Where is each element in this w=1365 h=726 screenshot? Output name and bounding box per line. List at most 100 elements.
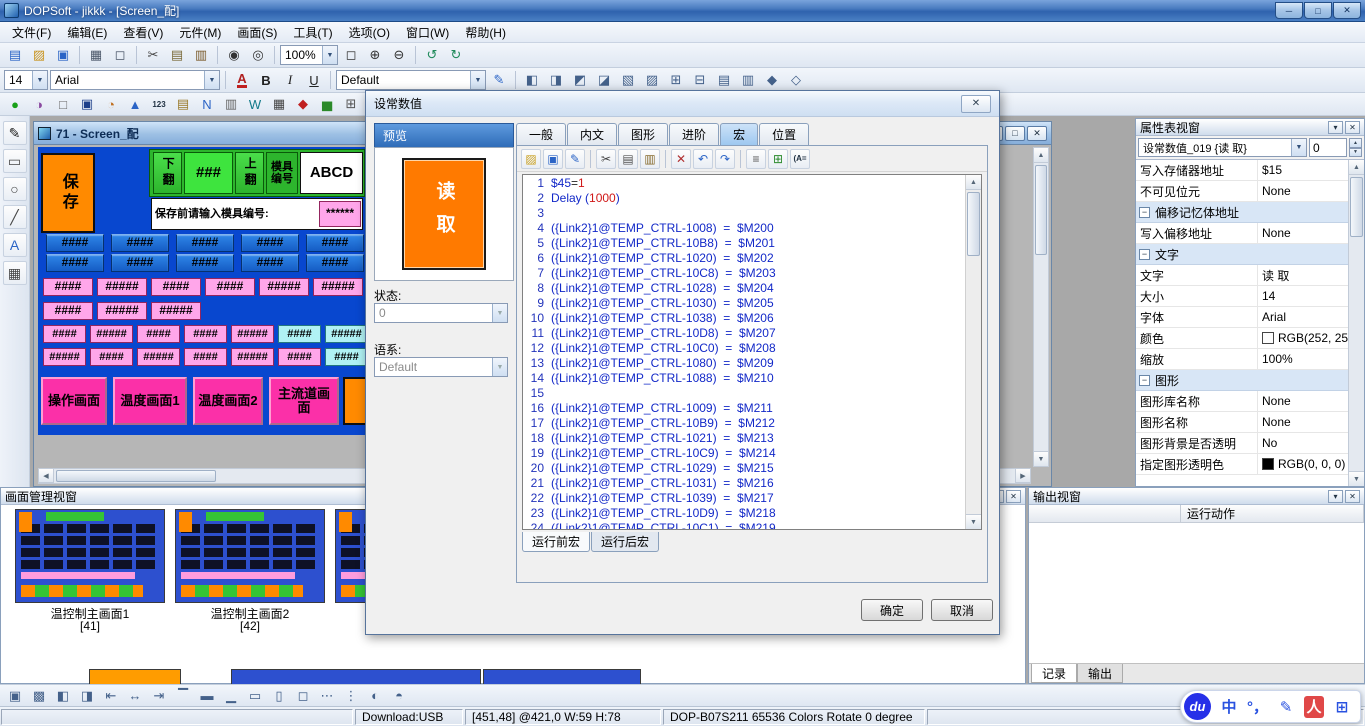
- collapse-icon[interactable]: −: [1139, 249, 1150, 260]
- background-icon[interactable]: ◇: [785, 70, 807, 90]
- numeric-display[interactable]: ####: [46, 234, 104, 252]
- bargraph-icon[interactable]: ▅: [316, 94, 338, 114]
- page-up-button[interactable]: 上翻: [235, 152, 264, 194]
- zoom-in-icon[interactable]: ⊕: [364, 45, 386, 65]
- font-family-select[interactable]: Arial ▼: [50, 70, 220, 90]
- ime-grid-icon[interactable]: ⊞: [1333, 696, 1351, 718]
- column-run-action[interactable]: 运行动作: [1181, 505, 1364, 522]
- guides-icon[interactable]: ▥: [737, 70, 759, 90]
- scrollbar-thumb[interactable]: [1035, 165, 1047, 255]
- output-body[interactable]: [1029, 523, 1364, 663]
- screen-button-runner[interactable]: 主流道画面: [269, 377, 339, 425]
- same-height-icon[interactable]: ▯: [268, 686, 290, 706]
- slider-icon[interactable]: ▲: [124, 94, 146, 114]
- collapse-icon[interactable]: −: [1139, 375, 1150, 386]
- numeric-display[interactable]: ####: [111, 254, 169, 272]
- numeric-display[interactable]: ####: [278, 325, 321, 343]
- property-row[interactable]: 不可见位元None: [1136, 181, 1348, 202]
- group-icon[interactable]: ▣: [4, 686, 26, 706]
- numeric-display[interactable]: ####: [46, 254, 104, 272]
- child-close-button[interactable]: ✕: [1027, 126, 1047, 141]
- text-icon[interactable]: N: [196, 94, 218, 114]
- numeric-entry-icon[interactable]: 123: [148, 94, 170, 114]
- menu-options[interactable]: 选项(O): [341, 22, 398, 43]
- macro-redo-icon[interactable]: ↷: [715, 149, 735, 169]
- scrollbar-thumb[interactable]: [1350, 177, 1363, 237]
- tab-position[interactable]: 位置: [759, 123, 809, 145]
- mold-page-display[interactable]: ###: [184, 152, 233, 194]
- ime-punct-icon[interactable]: °，: [1247, 696, 1268, 718]
- numeric-display[interactable]: ####: [43, 325, 86, 343]
- property-row[interactable]: 写入存储器地址$15: [1136, 160, 1348, 181]
- numeric-display[interactable]: ####: [151, 278, 201, 296]
- property-row[interactable]: 写入偏移地址None: [1136, 223, 1348, 244]
- ellipse-tool-icon[interactable]: ○: [3, 177, 27, 201]
- style-select[interactable]: Default ▼: [336, 70, 486, 90]
- panel-pin-icon[interactable]: ▾: [1328, 121, 1343, 134]
- pencil-tool-icon[interactable]: ✎: [3, 121, 27, 145]
- numeric-display[interactable]: #####: [97, 302, 147, 320]
- numeric-display[interactable]: ####: [184, 348, 227, 366]
- new-icon[interactable]: ▤: [4, 45, 26, 65]
- numeric-display[interactable]: ####: [241, 254, 299, 272]
- numeric-display[interactable]: #####: [151, 302, 201, 320]
- align-left-icon[interactable]: ⇤: [100, 686, 122, 706]
- status-select[interactable]: 0 ▼: [374, 303, 508, 323]
- child-restore-button[interactable]: □: [1005, 126, 1025, 141]
- line-tool-icon[interactable]: ╱: [3, 205, 27, 229]
- macro-save-icon[interactable]: ▣: [543, 149, 563, 169]
- screen-button-temp2[interactable]: 温度画面2: [193, 377, 263, 425]
- cut-icon[interactable]: ✂: [142, 45, 164, 65]
- macro-delete-icon[interactable]: ✕: [671, 149, 691, 169]
- numeric-display[interactable]: ####: [325, 348, 368, 366]
- property-section[interactable]: −文字: [1136, 244, 1348, 265]
- chevron-down-icon[interactable]: ▼: [1291, 139, 1306, 156]
- same-width-icon[interactable]: ▭: [244, 686, 266, 706]
- numeric-display[interactable]: ####: [43, 302, 93, 320]
- frame-icon[interactable]: ▧: [617, 70, 639, 90]
- ungroup-icon[interactable]: ▩: [28, 686, 50, 706]
- panel-close-icon[interactable]: ✕: [1345, 490, 1360, 503]
- font-color-icon[interactable]: A: [231, 70, 253, 90]
- panel-pin-icon[interactable]: ▾: [1328, 490, 1343, 503]
- element-index-field[interactable]: 0: [1309, 138, 1347, 157]
- zoom-select[interactable]: 100% ▼: [280, 45, 338, 65]
- tab-general[interactable]: 一般: [516, 123, 566, 145]
- numeric-display[interactable]: #####: [137, 348, 180, 366]
- property-scrollbar[interactable]: ▲ ▼: [1348, 160, 1364, 486]
- grid-toggle-icon[interactable]: ⊞: [665, 70, 687, 90]
- space-horizontal-icon[interactable]: ⋯: [316, 686, 338, 706]
- numeric-display[interactable]: ####: [241, 234, 299, 252]
- bold-icon[interactable]: B: [255, 70, 277, 90]
- underline-icon[interactable]: U: [303, 70, 325, 90]
- chevron-down-icon[interactable]: ▼: [32, 71, 47, 89]
- menu-help[interactable]: 帮助(H): [457, 22, 514, 43]
- macro-insert-icon[interactable]: ⊞: [768, 149, 788, 169]
- menu-view[interactable]: 查看(V): [115, 22, 171, 43]
- rectangle-tool-icon[interactable]: ▭: [3, 149, 27, 173]
- align-right-icon[interactable]: ⇥: [148, 686, 170, 706]
- state-prev-icon[interactable]: ◧: [521, 70, 543, 90]
- property-row[interactable]: 文字读 取: [1136, 265, 1348, 286]
- language-select[interactable]: Default ▼: [374, 357, 508, 377]
- scroll-down-icon[interactable]: ▼: [1349, 471, 1364, 486]
- tab-record[interactable]: 记录: [1031, 664, 1077, 683]
- scroll-up-icon[interactable]: ▲: [966, 175, 981, 190]
- print-preview-icon[interactable]: ◻: [109, 45, 131, 65]
- scrollbar-thumb[interactable]: [967, 192, 980, 256]
- macro-scrollbar[interactable]: ▲ ▼: [965, 175, 981, 529]
- ime-tool-icon[interactable]: ✎: [1277, 696, 1295, 718]
- alarm-icon[interactable]: ◆: [292, 94, 314, 114]
- numeric-display[interactable]: ####: [184, 325, 227, 343]
- menu-tools[interactable]: 工具(T): [285, 22, 340, 43]
- line-style-icon[interactable]: ✎: [488, 70, 510, 90]
- align-bottom-icon[interactable]: ▁: [220, 686, 242, 706]
- panel-close-icon[interactable]: ✕: [1006, 490, 1021, 503]
- send-back-icon[interactable]: ◨: [76, 686, 98, 706]
- pushbutton-icon[interactable]: ●: [4, 94, 26, 114]
- tab-macro[interactable]: 宏: [720, 123, 758, 145]
- zoom-out-icon[interactable]: ⊖: [388, 45, 410, 65]
- property-row[interactable]: 图形库名称None: [1136, 391, 1348, 412]
- screen-thumbnail[interactable]: [175, 509, 325, 603]
- border-icon[interactable]: ▨: [641, 70, 663, 90]
